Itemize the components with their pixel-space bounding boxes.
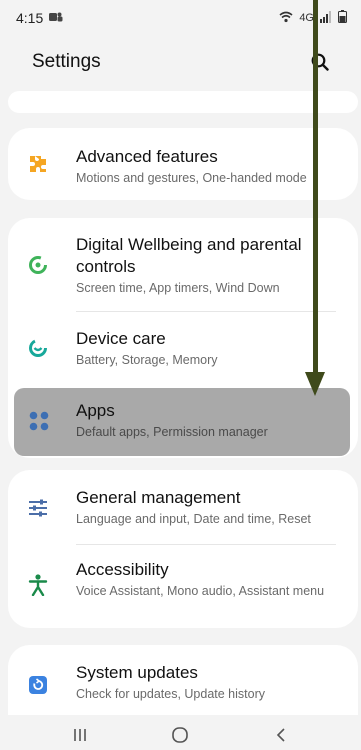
app-bar: Settings: [0, 40, 361, 84]
settings-item-accessibility[interactable]: Accessibility Voice Assistant, Mono audi…: [8, 545, 358, 628]
item-subtitle: Voice Assistant, Mono audio, Assistant m…: [76, 584, 325, 598]
back-icon: [276, 728, 285, 742]
home-button[interactable]: [160, 721, 200, 749]
item-title: General management: [76, 488, 241, 507]
settings-item-system-updates[interactable]: System updates Check for updates, Update…: [8, 645, 358, 715]
status-bar: 4:15 4G: [0, 0, 361, 36]
search-button[interactable]: [305, 47, 335, 77]
item-title: Digital Wellbeing and parental controls: [76, 235, 302, 276]
item-title: Advanced features: [76, 147, 218, 166]
item-subtitle: Default apps, Permission manager: [76, 425, 268, 439]
item-subtitle: Screen time, App timers, Wind Down: [76, 281, 280, 295]
swipe-arrow-head: [305, 372, 325, 396]
home-icon: [172, 727, 189, 743]
recents-button[interactable]: [60, 721, 100, 749]
settings-item-general-management[interactable]: General management Language and input, D…: [8, 470, 358, 542]
wifi-icon: [279, 11, 293, 26]
item-title: System updates: [76, 663, 198, 682]
system-update-icon: [26, 673, 50, 697]
card-system: System updates Check for updates, Update…: [8, 645, 358, 715]
card-general: General management Language and input, D…: [8, 470, 358, 628]
settings-item-apps[interactable]: Apps Default apps, Permission manager: [14, 388, 350, 456]
item-subtitle: Language and input, Date and time, Reset: [76, 512, 311, 526]
item-subtitle: Battery, Storage, Memory: [76, 353, 218, 367]
item-title: Accessibility: [76, 560, 169, 579]
battery-icon: [338, 10, 347, 26]
signal-icon: [320, 10, 332, 26]
settings-item-advanced-features[interactable]: Advanced features Motions and gestures, …: [8, 128, 358, 200]
card-advanced: Advanced features Motions and gestures, …: [8, 128, 358, 200]
teams-notification-icon: [49, 10, 63, 26]
back-button[interactable]: [261, 721, 301, 749]
network-type-label: 4G: [299, 12, 314, 24]
device-care-icon: [26, 336, 50, 360]
page-title: Settings: [32, 51, 101, 72]
sliders-icon: [26, 496, 50, 520]
item-subtitle: Motions and gestures, One-handed mode: [76, 171, 307, 185]
recents-icon: [74, 729, 86, 741]
status-time: 4:15: [16, 10, 44, 26]
accessibility-icon: [26, 573, 50, 597]
puzzle-icon: [26, 152, 50, 176]
item-subtitle: Check for updates, Update history: [76, 687, 265, 701]
wellbeing-icon: [26, 253, 50, 277]
navigation-bar: [0, 720, 361, 750]
swipe-arrow-shaft: [313, 0, 318, 378]
item-title: Apps: [76, 401, 115, 420]
apps-grid-icon: [28, 410, 52, 434]
item-title: Device care: [76, 329, 166, 348]
settings-item-digital-wellbeing[interactable]: Digital Wellbeing and parental controls …: [8, 218, 358, 311]
card-partial-top: [8, 91, 358, 113]
